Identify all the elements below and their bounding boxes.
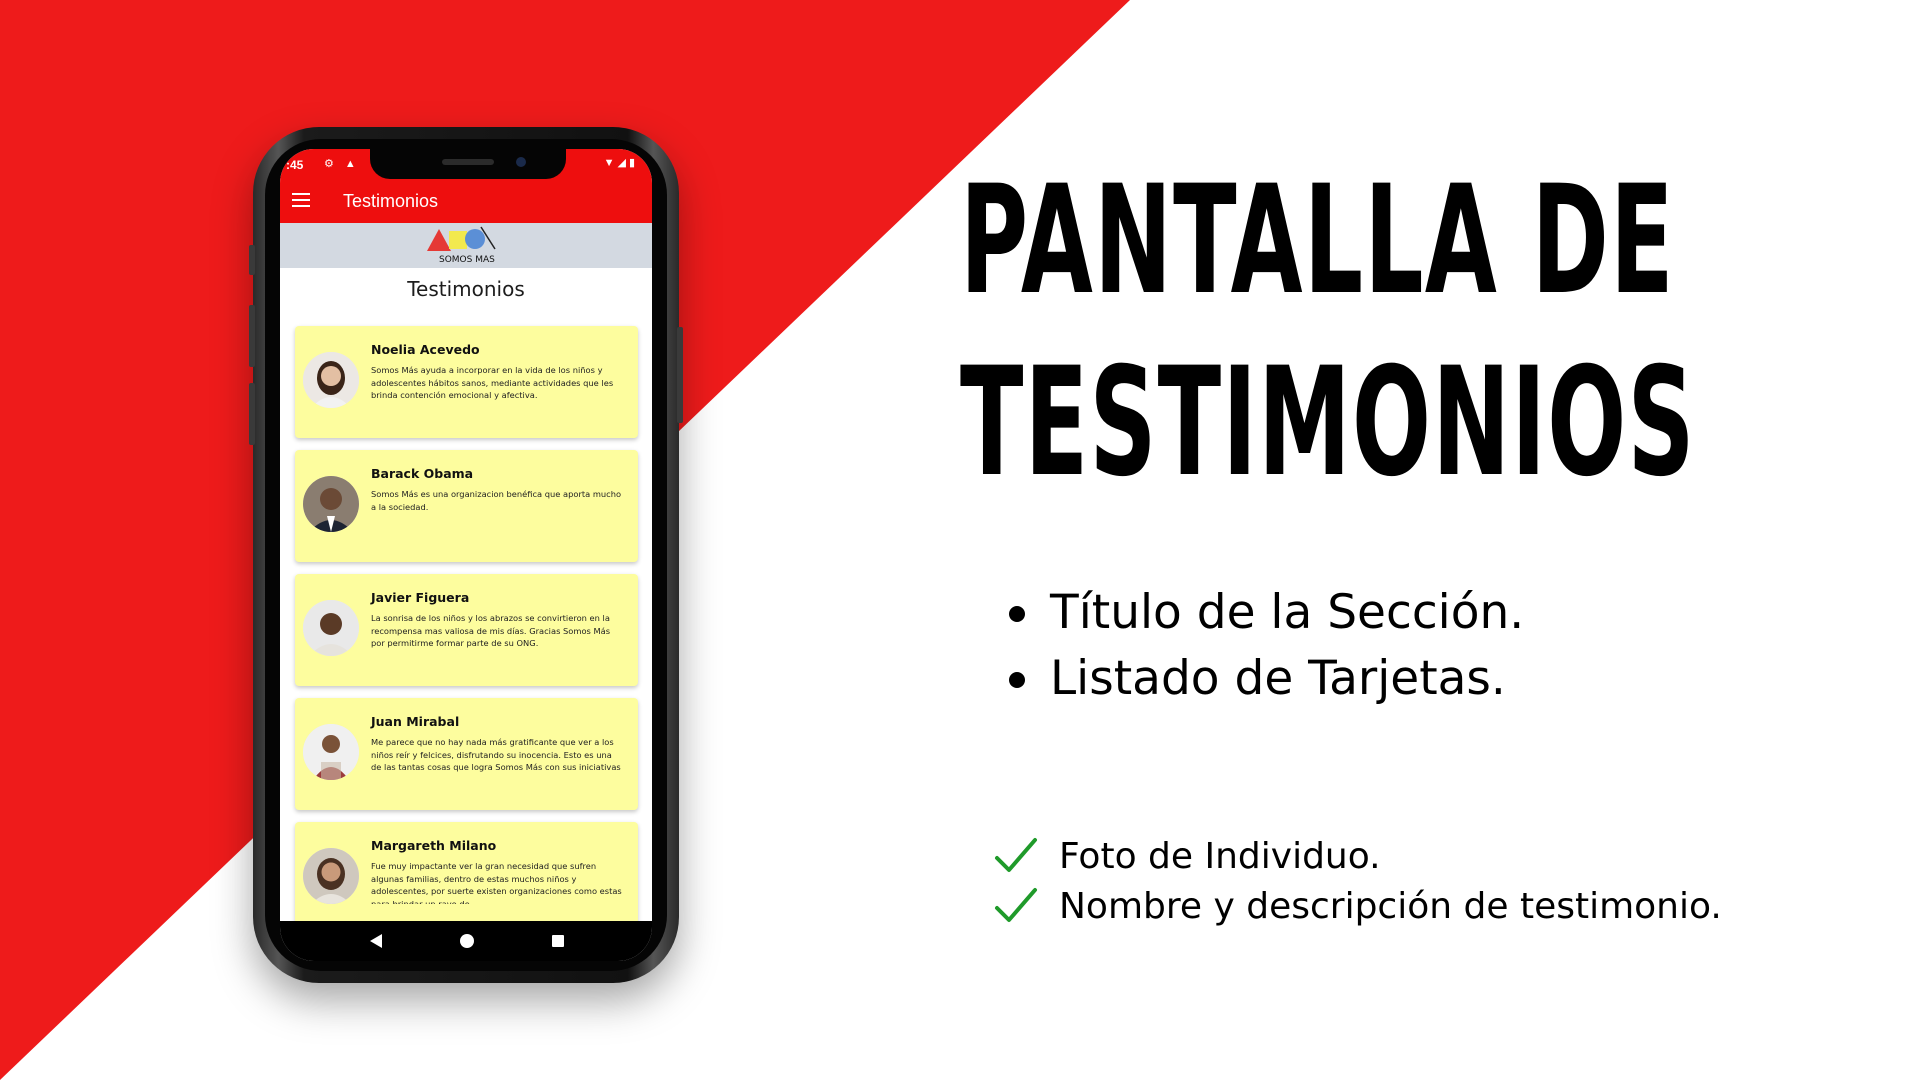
- testimonial-name: Javier Figuera: [371, 590, 470, 605]
- app-bar: Testimonios: [280, 179, 652, 223]
- testimonial-text: Somos Más ayuda a incorporar en la vida …: [371, 365, 614, 400]
- checkmark-icon: [995, 838, 1037, 872]
- headline-line-2: TESTIMONIOS: [960, 336, 1696, 510]
- checklist: Foto de Individuo. Nombre y descripción …: [990, 832, 1722, 932]
- bullet-item: Listado de Tarjetas.: [1005, 646, 1524, 712]
- testimonial-name: Noelia Acevedo: [371, 342, 480, 357]
- person-photo-avatar: [303, 848, 359, 904]
- person-photo-avatar: [303, 724, 359, 780]
- check-item: Foto de Individuo.: [990, 832, 1722, 882]
- testimonial-card[interactable]: Noelia Acevedo Somos Más ayuda a incorpo…: [295, 326, 638, 438]
- android-nav-bar: [280, 921, 652, 961]
- bullet-dot-icon: [1009, 672, 1025, 688]
- logo-text: SOMOS MAS: [439, 255, 495, 265]
- checkmark-icon: [995, 888, 1037, 922]
- check-text: Nombre y descripción de testimonio.: [1059, 886, 1722, 927]
- recent-apps-icon[interactable]: [552, 935, 564, 947]
- testimonial-text: Somos Más es una organizacion benéfica q…: [371, 489, 622, 512]
- status-signal-battery-icons: ▼◢▮: [603, 157, 638, 169]
- headline: PANTALLA DE TESTIMONIOS: [960, 150, 1696, 514]
- logo-band: SOMOS MAS: [280, 223, 652, 268]
- status-notification-icons: ⚙ ▲: [324, 158, 360, 170]
- hamburger-menu-icon[interactable]: [292, 193, 310, 207]
- testimonial-name: Barack Obama: [371, 466, 474, 481]
- person-photo-avatar: [303, 476, 359, 532]
- bullet-text: Título de la Sección.: [1050, 585, 1525, 640]
- testimonial-text: La sonrisa de los niños y los abrazos se…: [371, 613, 611, 648]
- testimonial-name: Juan Mirabal: [371, 714, 460, 729]
- testimonial-name: Margareth Milano: [371, 838, 497, 853]
- front-camera: [516, 157, 526, 167]
- bullet-dot-icon: [1009, 606, 1025, 622]
- somos-mas-logo: SOMOS MAS: [427, 226, 496, 265]
- section-title: Testimonios: [407, 277, 525, 301]
- back-icon[interactable]: [370, 934, 382, 948]
- bullet-item: Título de la Sección.: [1005, 580, 1524, 646]
- testimonial-card[interactable]: Javier Figuera La sonrisa de los niños y…: [295, 574, 638, 686]
- testimonial-card[interactable]: Margareth Milano Fue muy impactante ver …: [295, 822, 638, 934]
- check-item: Nombre y descripción de testimonio.: [990, 882, 1722, 932]
- phone-volume-up: [249, 305, 255, 367]
- testimonial-list: Noelia Acevedo Somos Más ayuda a incorpo…: [295, 326, 638, 946]
- testimonial-card[interactable]: Barack Obama Somos Más es una organizaci…: [295, 450, 638, 562]
- testimonial-card[interactable]: Juan Mirabal Me parece que no hay nada m…: [295, 698, 638, 810]
- testimonial-text: Me parece que no hay nada más gratifican…: [371, 737, 621, 772]
- phone-screen: :45 ⚙ ▲ ▼◢▮ Testimonios SOMOS MAS Testim…: [280, 149, 652, 961]
- phone-volume-down: [249, 383, 255, 445]
- check-text: Foto de Individuo.: [1059, 836, 1381, 877]
- speaker-grille: [442, 159, 494, 165]
- phone-mute-switch: [249, 245, 255, 275]
- testimonial-text: Fue muy impactante ver la gran necesidad…: [371, 861, 622, 904]
- person-photo-avatar: [303, 352, 359, 408]
- bullet-text: Listado de Tarjetas.: [1050, 651, 1506, 706]
- headline-line-1: PANTALLA DE: [960, 154, 1675, 328]
- status-time: :45: [286, 158, 304, 172]
- app-bar-title: Testimonios: [343, 191, 439, 211]
- feature-bullet-list: Título de la Sección. Listado de Tarjeta…: [1005, 580, 1524, 712]
- home-icon[interactable]: [460, 934, 474, 948]
- phone-mockup: :45 ⚙ ▲ ▼◢▮ Testimonios SOMOS MAS Testim…: [249, 127, 683, 983]
- person-photo-avatar: [303, 600, 359, 656]
- phone-power-button: [677, 327, 683, 423]
- phone-notch: [370, 149, 566, 179]
